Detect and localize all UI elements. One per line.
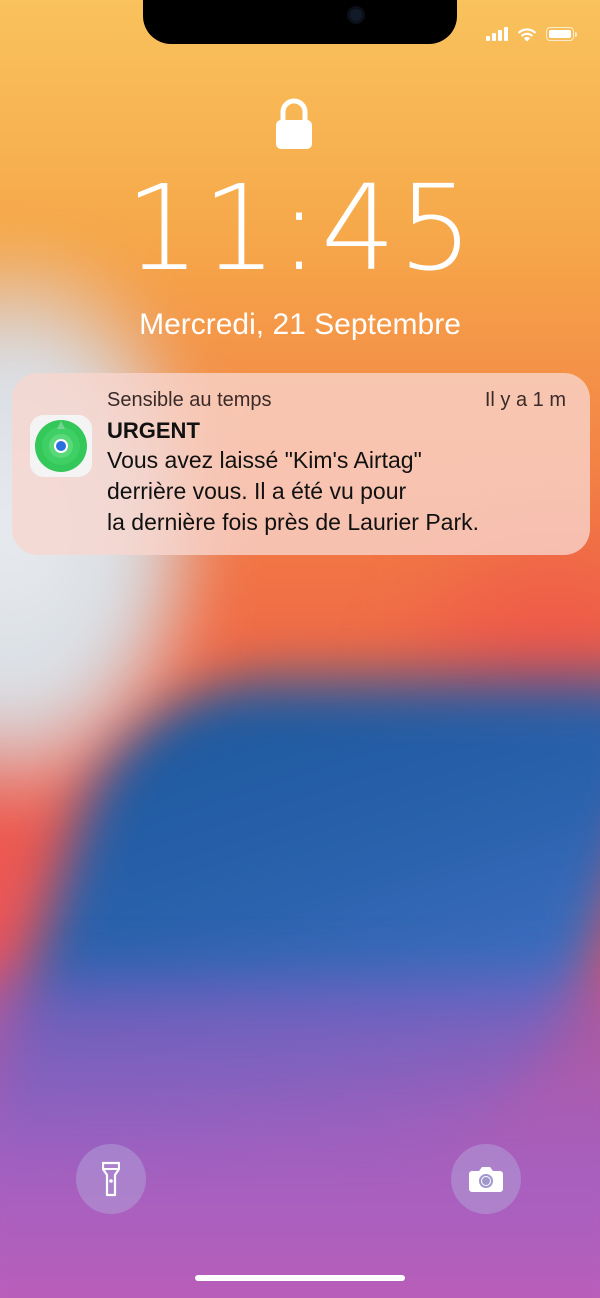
notification-body-line: la dernière fois près de Laurier Park. <box>107 509 480 535</box>
lock-icon <box>276 98 312 149</box>
notification-time: Il y a 1 m <box>484 389 566 411</box>
device-notch <box>143 0 457 44</box>
notification-body-line: derrière vous. Il a été vu pour <box>107 478 407 504</box>
flashlight-icon <box>102 1161 120 1197</box>
camera-button[interactable] <box>451 1144 521 1214</box>
find-my-icon <box>30 415 92 477</box>
battery-level <box>549 30 571 38</box>
status-bar <box>486 26 577 42</box>
battery-icon <box>546 27 577 41</box>
notification-title: URGENT <box>107 418 200 443</box>
notification-body: Vous avez laissé "Kim's Airtag" derrière… <box>107 445 577 538</box>
flashlight-button[interactable] <box>76 1144 146 1214</box>
notification-body-line: Vous avez laissé "Kim's Airtag" <box>107 447 422 473</box>
notification-card[interactable]: Sensible au temps Il y a 1 m URGENT Vous… <box>12 373 590 555</box>
lock-screen-date: Mercredi, 21 Septembre <box>139 308 461 341</box>
camera-icon <box>469 1167 503 1192</box>
front-camera <box>347 6 365 24</box>
wifi-icon <box>517 28 537 42</box>
notification-category: Sensible au temps <box>107 389 272 411</box>
cellular-signal-icon <box>486 27 508 41</box>
wallpaper-purple-shape <box>0 980 600 1298</box>
lock-screen-time: 11:45 <box>124 159 476 297</box>
home-indicator[interactable] <box>195 1275 405 1281</box>
